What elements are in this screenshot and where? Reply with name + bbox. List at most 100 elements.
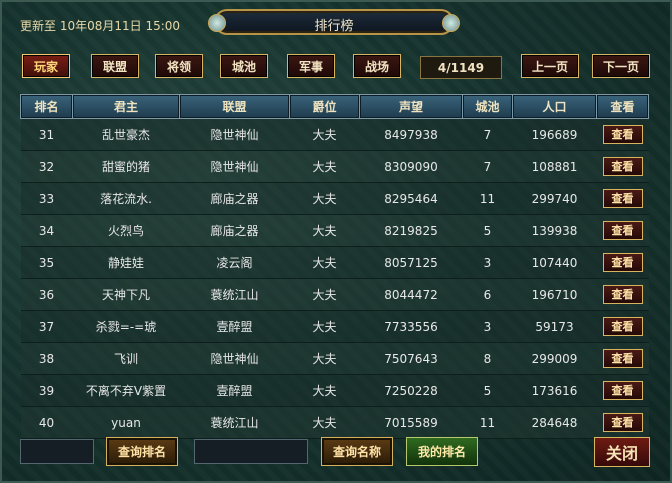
tab-player[interactable]: 玩家 (22, 54, 70, 78)
col-population: 人口 (512, 94, 597, 119)
cell-prestige: 7507643 (359, 342, 463, 375)
view-button[interactable]: 查看 (602, 253, 643, 272)
cell-view: 查看 (596, 150, 649, 183)
cell-lord: 静娃娃 (72, 246, 180, 279)
cell-rank: 34 (20, 214, 73, 247)
ranking-table: 排名 君主 联盟 爵位 声望 城池 人口 查看 31 乱世豪杰 隐世神仙 大夫 8497… (20, 94, 649, 439)
cell-prestige: 7250228 (359, 374, 463, 407)
col-prestige: 声望 (359, 94, 463, 119)
tab-alliance[interactable]: 联盟 (91, 54, 139, 78)
cell-population: 299009 (512, 342, 597, 375)
view-button[interactable]: 查看 (602, 285, 643, 304)
table-header: 排名 君主 联盟 爵位 声望 城池 人口 查看 (20, 94, 649, 119)
prev-page-button[interactable]: 上一页 (521, 54, 579, 78)
table-row: 34 火烈鸟 廊庙之器 大夫 8219825 5 139938 查看 (20, 214, 649, 247)
cell-rank: 31 (20, 118, 73, 151)
table-row: 37 杀戮=-=琥 壹醉盟 大夫 7733556 3 59173 查看 (20, 310, 649, 343)
cell-prestige: 8295464 (359, 182, 463, 215)
table-row: 31 乱世豪杰 隐世神仙 大夫 8497938 7 196689 查看 (20, 118, 649, 151)
cell-lord: 不离不弃V紫置 (72, 374, 180, 407)
view-button[interactable]: 查看 (602, 189, 643, 208)
cell-alliance: 廊庙之器 (179, 214, 290, 247)
cell-view: 查看 (596, 118, 649, 151)
my-rank-button[interactable]: 我的排名 (406, 437, 478, 466)
page-indicator: 4/1149 (420, 56, 502, 79)
cell-title: 大夫 (289, 342, 360, 375)
cell-title: 大夫 (289, 374, 360, 407)
cell-title: 大夫 (289, 310, 360, 343)
cell-title: 大夫 (289, 182, 360, 215)
cell-view: 查看 (596, 342, 649, 375)
cell-rank: 40 (20, 406, 73, 439)
cell-prestige: 8057125 (359, 246, 463, 279)
cell-population: 108881 (512, 150, 597, 183)
tab-city[interactable]: 城池 (220, 54, 268, 78)
ornament-knob-right (442, 14, 460, 32)
cell-cities: 11 (462, 182, 513, 215)
cell-view: 查看 (596, 214, 649, 247)
tab-military[interactable]: 军事 (287, 54, 335, 78)
cell-alliance: 凌云阁 (179, 246, 290, 279)
view-button[interactable]: 查看 (602, 221, 643, 240)
col-cities: 城池 (462, 94, 513, 119)
cell-cities: 3 (462, 246, 513, 279)
cell-rank: 37 (20, 310, 73, 343)
name-query-input[interactable] (194, 439, 308, 464)
query-name-button[interactable]: 查询名称 (321, 437, 393, 466)
cell-prestige: 8044472 (359, 278, 463, 311)
cell-lord: 杀戮=-=琥 (72, 310, 180, 343)
cell-rank: 33 (20, 182, 73, 215)
cell-title: 大夫 (289, 406, 360, 439)
cell-cities: 5 (462, 214, 513, 247)
cell-population: 299740 (512, 182, 597, 215)
cell-title: 大夫 (289, 118, 360, 151)
view-button[interactable]: 查看 (602, 381, 643, 400)
tab-general[interactable]: 将领 (155, 54, 203, 78)
cell-population: 59173 (512, 310, 597, 343)
cell-prestige: 7015589 (359, 406, 463, 439)
cell-prestige: 8497938 (359, 118, 463, 151)
cell-title: 大夫 (289, 246, 360, 279)
col-alliance: 联盟 (179, 94, 290, 119)
view-button[interactable]: 查看 (602, 349, 643, 368)
cell-lord: 火烈鸟 (72, 214, 180, 247)
next-page-button[interactable]: 下一页 (592, 54, 650, 78)
cell-view: 查看 (596, 374, 649, 407)
cell-view: 查看 (596, 246, 649, 279)
cell-alliance: 壹醉盟 (179, 374, 290, 407)
cell-cities: 6 (462, 278, 513, 311)
cell-rank: 32 (20, 150, 73, 183)
table-row: 33 落花流水. 廊庙之器 大夫 8295464 11 299740 查看 (20, 182, 649, 215)
cell-population: 196689 (512, 118, 597, 151)
cell-alliance: 蓑统江山 (179, 406, 290, 439)
view-button[interactable]: 查看 (602, 125, 643, 144)
cell-population: 107440 (512, 246, 597, 279)
tab-battlefield[interactable]: 战场 (353, 54, 401, 78)
cell-alliance: 壹醉盟 (179, 310, 290, 343)
table-row: 36 天神下凡 蓑统江山 大夫 8044472 6 196710 查看 (20, 278, 649, 311)
cell-view: 查看 (596, 406, 649, 439)
cell-alliance: 廊庙之器 (179, 182, 290, 215)
view-button[interactable]: 查看 (602, 157, 643, 176)
cell-alliance: 隐世神仙 (179, 118, 290, 151)
col-view: 查看 (596, 94, 649, 119)
cell-population: 139938 (512, 214, 597, 247)
cell-rank: 39 (20, 374, 73, 407)
cell-lord: 天神下凡 (72, 278, 180, 311)
col-title: 爵位 (289, 94, 360, 119)
cell-cities: 8 (462, 342, 513, 375)
cell-rank: 38 (20, 342, 73, 375)
cell-alliance: 隐世神仙 (179, 342, 290, 375)
view-button[interactable]: 查看 (602, 317, 643, 336)
query-rank-button[interactable]: 查询排名 (106, 437, 178, 466)
view-button[interactable]: 查看 (602, 413, 643, 432)
cell-alliance: 隐世神仙 (179, 150, 290, 183)
table-row: 32 甜蜜的猪 隐世神仙 大夫 8309090 7 108881 查看 (20, 150, 649, 183)
col-lord: 君主 (72, 94, 180, 119)
cell-prestige: 8309090 (359, 150, 463, 183)
close-button[interactable]: 关闭 (594, 437, 650, 467)
rank-query-input[interactable] (20, 439, 94, 464)
cell-prestige: 8219825 (359, 214, 463, 247)
cell-cities: 7 (462, 118, 513, 151)
table-row: 35 静娃娃 凌云阁 大夫 8057125 3 107440 查看 (20, 246, 649, 279)
